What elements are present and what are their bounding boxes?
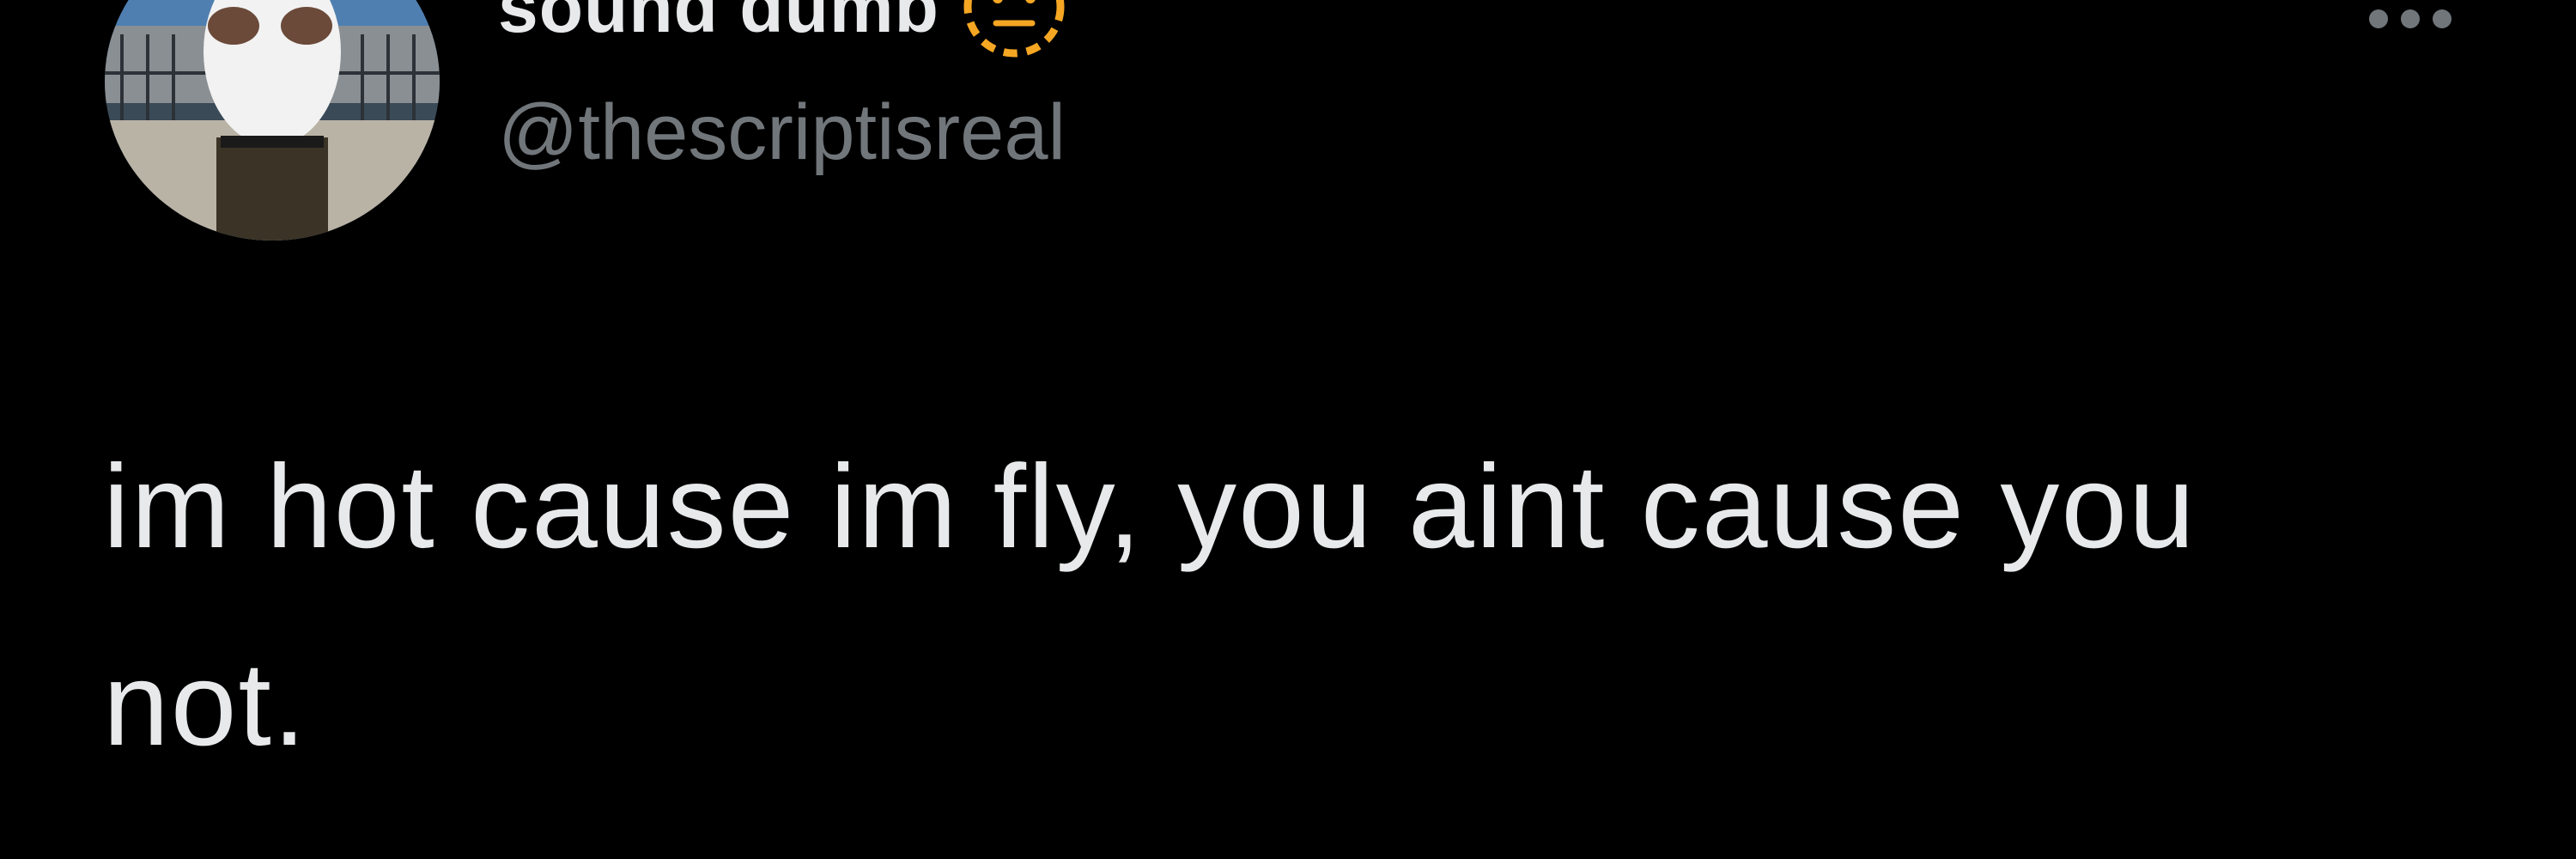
tweet-text: im hot cause im fly, you aint cause you … (103, 441, 2232, 771)
dotted-line-face-icon (963, 0, 1065, 58)
display-name[interactable]: sound dumb (498, 0, 939, 49)
display-name-row: sound dumb (498, 0, 1070, 58)
avatar-photo (105, 0, 440, 241)
tweet: sound dumb @thescriptisreal im hot cause… (0, 0, 2576, 859)
avatar[interactable] (105, 0, 440, 241)
user-handle[interactable]: @thescriptisreal (498, 93, 1066, 172)
more-options-icon[interactable] (2363, 0, 2458, 38)
